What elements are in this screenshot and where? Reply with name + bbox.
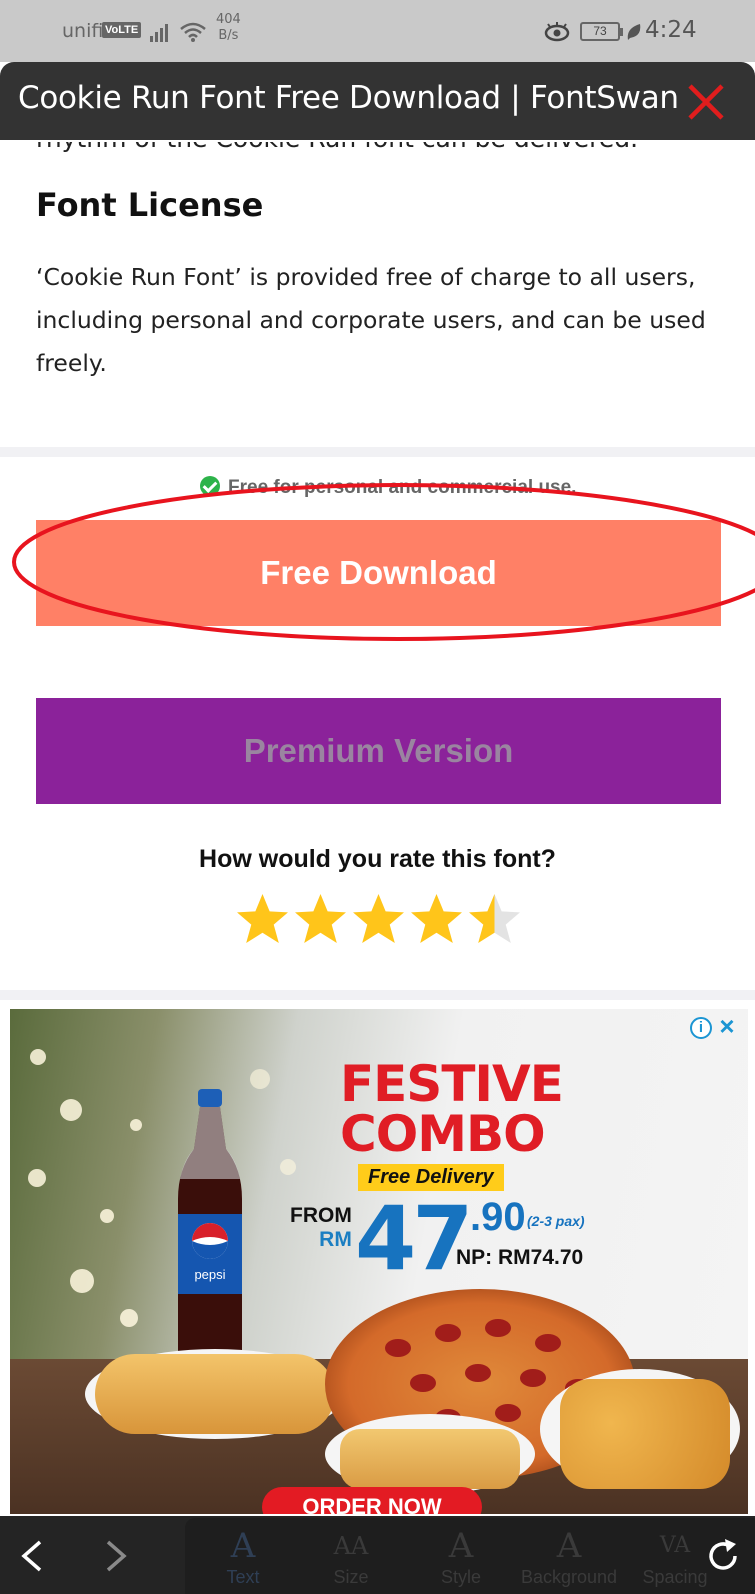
pepsi-bottle-image: pepsi: [178, 1089, 242, 1379]
chicken-bites-image: [560, 1379, 730, 1489]
pepperoni: [485, 1319, 511, 1337]
price-from-label: FROM RM: [290, 1204, 352, 1251]
price-cents: .90: [470, 1195, 526, 1239]
section-divider: [0, 447, 755, 457]
pepperoni: [535, 1334, 561, 1352]
carrier-label: unifi: [62, 20, 104, 42]
ad-headline: FESTIVE COMBO: [340, 1055, 564, 1163]
page-title-bar: Cookie Run Font Free Download | FontSwan: [0, 62, 755, 140]
volte-badge: VoLTE: [102, 22, 142, 38]
rating-question: How would you rate this font?: [199, 845, 556, 873]
font-license-heading: Font License: [36, 186, 264, 224]
free-use-text: Free for personal and commercial use.: [228, 477, 577, 498]
star-icon[interactable]: [294, 892, 347, 945]
bottle-label: pepsi: [194, 1267, 225, 1282]
star-icon[interactable]: [236, 892, 289, 945]
bokeh-light: [60, 1099, 82, 1121]
star-icon[interactable]: [410, 892, 463, 945]
pepperoni: [465, 1364, 491, 1382]
pepperoni: [435, 1324, 461, 1342]
ad-close-icon[interactable]: ×: [714, 1013, 740, 1039]
section-divider: [0, 990, 755, 1000]
free-download-button[interactable]: Free Download: [36, 520, 721, 626]
info-icon[interactable]: i: [690, 1017, 712, 1039]
network-speed: 404 B/s: [216, 12, 241, 43]
page-title: Cookie Run Font Free Download | FontSwan: [18, 80, 679, 116]
order-now-button[interactable]: ORDER NOW: [262, 1487, 482, 1514]
status-bar: unifi VoLTE 404 B/s 73 4:24: [0, 0, 755, 62]
check-circle-icon: [200, 476, 220, 496]
price-whole: 47: [355, 1187, 473, 1290]
tool-background[interactable]: A Background: [519, 1526, 619, 1588]
close-icon[interactable]: [684, 80, 728, 124]
normal-price: NP: RM74.70: [456, 1246, 584, 1269]
refresh-icon[interactable]: [703, 1536, 743, 1576]
bokeh-light: [130, 1119, 142, 1131]
bokeh-light: [30, 1049, 46, 1065]
tool-text[interactable]: A Text: [193, 1526, 293, 1588]
bokeh-light: [28, 1169, 46, 1187]
garlic-bread-image: [95, 1354, 335, 1434]
signal-icon: [150, 24, 168, 42]
tool-size[interactable]: AA Size: [301, 1526, 401, 1588]
pepperoni: [410, 1374, 436, 1392]
power-saving-leaf-icon: [627, 24, 641, 40]
advertisement[interactable]: pepsi FESTIVE COMBO Free Delivery FROM R…: [10, 1009, 748, 1514]
bokeh-light: [100, 1209, 114, 1223]
license-paragraph: ‘Cookie Run Font’ is provided free of ch…: [36, 263, 706, 377]
clock: 4:24: [645, 17, 697, 43]
star-icon[interactable]: [468, 892, 521, 945]
twisty-bread-image: [340, 1429, 520, 1489]
star-icon[interactable]: [352, 892, 405, 945]
chevron-left-icon[interactable]: [12, 1534, 52, 1578]
text-tools-panel: A Text AA Size A Style A Background VA S…: [185, 1518, 755, 1594]
pepperoni: [495, 1404, 521, 1422]
wifi-icon: [180, 22, 206, 42]
bokeh-light: [250, 1069, 270, 1089]
battery-indicator: 73: [580, 22, 623, 41]
eye-comfort-icon: [544, 22, 570, 42]
premium-version-button[interactable]: Premium Version: [36, 698, 721, 804]
pax-note: (2-3 pax): [527, 1213, 585, 1229]
star-rating[interactable]: [236, 892, 521, 945]
bokeh-light: [280, 1159, 296, 1175]
free-use-note: Free for personal and commercial use.: [200, 476, 576, 499]
bokeh-light: [70, 1269, 94, 1293]
chevron-right-icon[interactable]: [96, 1534, 136, 1578]
bokeh-light: [120, 1309, 138, 1327]
pepperoni: [520, 1369, 546, 1387]
tool-style[interactable]: A Style: [411, 1526, 511, 1588]
pepperoni: [385, 1339, 411, 1357]
